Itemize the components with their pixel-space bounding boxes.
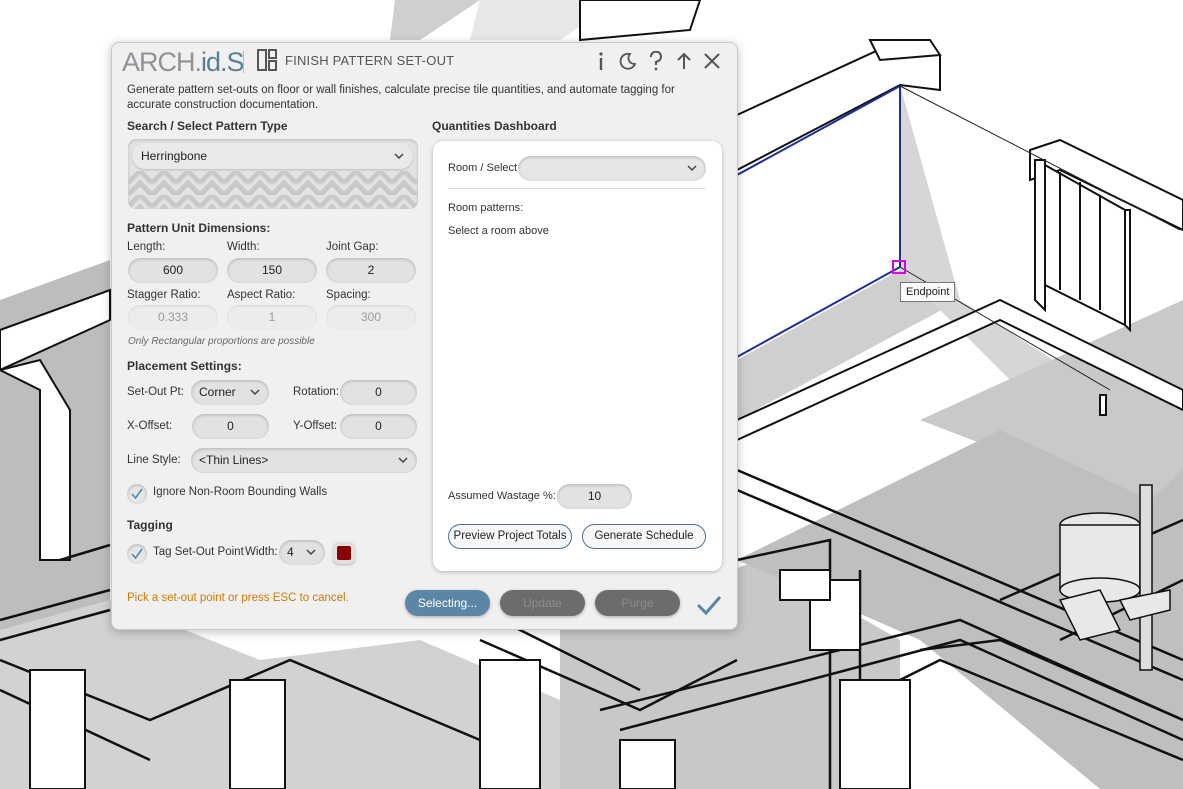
status-message: Pick a set-out point or press ESC to can… <box>127 592 349 604</box>
aspect-ratio-input: 1 <box>227 305 317 330</box>
setout-point-dropdown[interactable]: Corner <box>191 380 269 405</box>
chevron-down-icon <box>398 457 408 464</box>
chevron-down-icon <box>687 165 697 172</box>
width-label: Width: <box>227 241 260 253</box>
length-input[interactable]: 600 <box>128 258 218 283</box>
stagger-ratio-input: 0.333 <box>128 305 218 330</box>
dialog-description: Generate pattern set-outs on floor or wa… <box>127 84 675 111</box>
aspect-ratio-label: Aspect Ratio: <box>227 289 296 301</box>
update-button[interactable]: Update <box>500 590 585 616</box>
archids-logo: ARCH.id.S <box>122 47 245 77</box>
length-label: Length: <box>127 241 166 253</box>
dashboard-divider <box>448 188 706 189</box>
dark-mode-moon-icon[interactable] <box>617 50 639 72</box>
line-style-label: Line Style: <box>127 454 181 466</box>
line-style-dropdown[interactable]: <Thin Lines> <box>191 448 417 473</box>
dimensions-section-label: Pattern Unit Dimensions: <box>127 221 271 235</box>
titlebar[interactable]: ARCH.id.S FINISH PATTERN SET-OUT <box>112 43 737 79</box>
room-select-label: Room / Select <box>448 162 518 174</box>
preview-totals-button[interactable]: Preview Project Totals <box>448 524 572 549</box>
y-offset-input[interactable]: 0 <box>340 414 417 439</box>
width-input[interactable]: 150 <box>227 258 317 283</box>
wastage-label: Assumed Wastage %: <box>448 490 556 502</box>
checkmark-icon <box>131 548 143 560</box>
placement-section-label: Placement Settings: <box>127 359 242 373</box>
dialog-title: FINISH PATTERN SET-OUT <box>285 53 455 68</box>
selecting-button[interactable]: Selecting... <box>405 590 490 616</box>
tag-width-label: Width: <box>245 546 278 558</box>
checkmark-icon <box>131 488 143 500</box>
purge-button[interactable]: Purge <box>595 590 680 616</box>
stagger-ratio-label: Stagger Ratio: <box>127 289 201 301</box>
layout-icon <box>257 49 277 71</box>
wastage-input[interactable]: 10 <box>557 484 632 509</box>
rotation-input[interactable]: 0 <box>340 380 417 405</box>
tag-setout-label: Tag Set-Out Point <box>153 546 244 558</box>
x-offset-label: X-Offset: <box>127 420 173 432</box>
info-icon[interactable] <box>590 50 612 72</box>
y-offset-label: Y-Offset: <box>293 420 338 432</box>
spacing-input: 300 <box>326 305 416 330</box>
tag-setout-checkbox[interactable] <box>127 544 147 564</box>
chevron-down-icon <box>306 549 316 556</box>
up-arrow-icon[interactable] <box>673 50 695 72</box>
room-patterns-label: Room patterns: <box>448 202 524 214</box>
snap-endpoint-marker <box>892 260 906 274</box>
finish-pattern-dialog: ARCH.id.S FINISH PATTERN SET-OUT Generat… <box>111 42 738 630</box>
rotation-label: Rotation: <box>293 386 340 398</box>
joint-gap-input[interactable]: 2 <box>326 258 416 283</box>
pattern-section-label: Search / Select Pattern Type <box>127 119 288 133</box>
ignore-walls-checkbox[interactable] <box>127 484 147 504</box>
room-patterns-message: Select a room above <box>448 225 549 237</box>
pattern-type-box: Herringbone <box>128 139 418 209</box>
tag-color-picker[interactable] <box>333 542 355 564</box>
help-icon[interactable] <box>645 50 667 72</box>
quantities-dashboard: Room / Select Room patterns: Select a ro… <box>433 141 722 571</box>
tag-width-dropdown[interactable]: 4 <box>279 540 325 565</box>
tagging-section-label: Tagging <box>127 518 173 532</box>
x-offset-input[interactable]: 0 <box>192 414 269 439</box>
room-select-dropdown[interactable] <box>518 156 706 181</box>
herringbone-preview <box>128 171 418 209</box>
endpoint-tooltip: Endpoint <box>900 282 956 302</box>
confirm-check-icon[interactable] <box>696 594 722 616</box>
chevron-down-icon <box>250 389 260 396</box>
proportions-note: Only Rectangular proportions are possibl… <box>128 336 315 347</box>
spacing-label: Spacing: <box>326 289 371 301</box>
close-icon[interactable] <box>701 50 723 72</box>
pattern-type-dropdown[interactable]: Herringbone <box>132 143 413 169</box>
chevron-down-icon <box>394 153 404 160</box>
dashboard-section-label: Quantities Dashboard <box>432 119 557 133</box>
generate-schedule-button[interactable]: Generate Schedule <box>582 524 706 549</box>
logo-divider <box>243 51 244 73</box>
setout-point-label: Set-Out Pt: <box>127 386 184 398</box>
joint-gap-label: Joint Gap: <box>326 241 379 253</box>
tag-color-swatch <box>337 546 351 560</box>
ignore-walls-label: Ignore Non-Room Bounding Walls <box>153 486 328 498</box>
